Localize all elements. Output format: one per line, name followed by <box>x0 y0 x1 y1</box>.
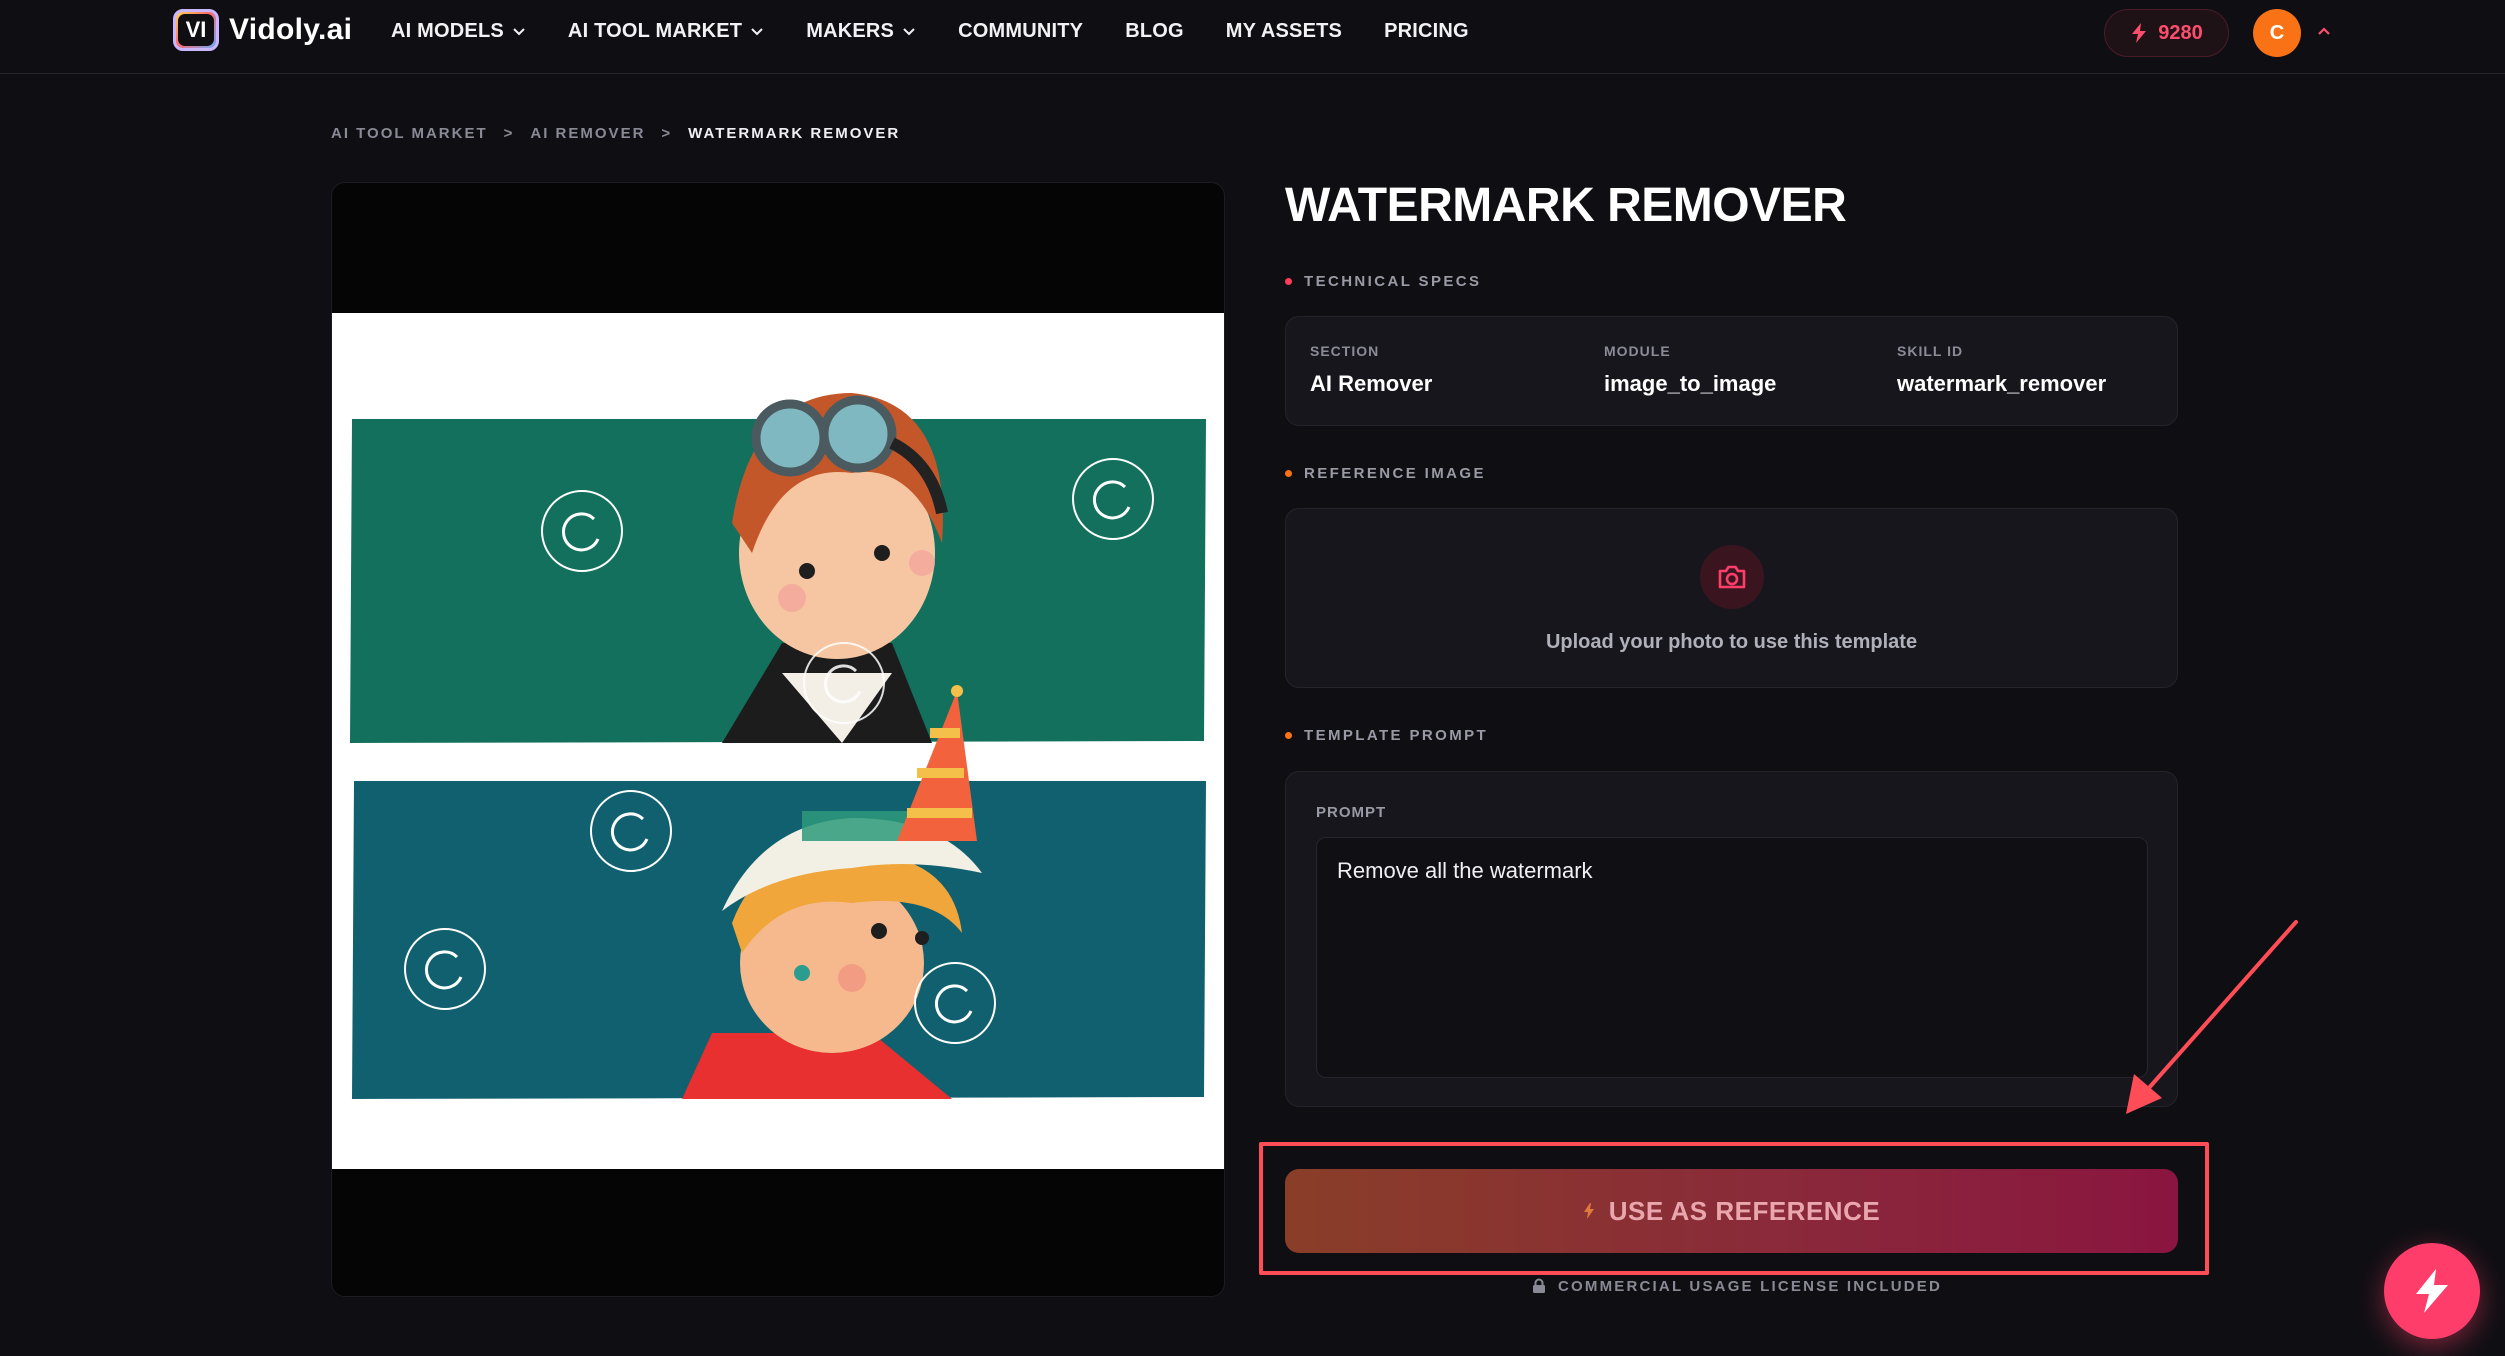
breadcrumb-item-ai-tool-market[interactable]: AI TOOL MARKET <box>331 125 488 142</box>
section-heading: TECHNICAL SPECS <box>1304 272 1482 290</box>
status-dot <box>1285 469 1292 477</box>
nav-item-label: MY ASSETS <box>1225 19 1343 42</box>
spec-value: watermark_remover <box>1897 371 2107 396</box>
nav-menu: AI MODELS AI TOOL MARKET MAKERS COMMUNIT… <box>391 0 1469 62</box>
page-title: WATERMARK REMOVER <box>1285 179 1847 232</box>
character-top <box>722 393 948 743</box>
spec-value: image_to_image <box>1604 371 1777 396</box>
prompt-label: PROMPT <box>1316 804 1387 821</box>
preview-artwork <box>332 313 1224 1169</box>
section-heading: TEMPLATE PROMPT <box>1304 726 1489 744</box>
status-dot <box>1285 731 1292 739</box>
nav-item-label: COMMUNITY <box>958 19 1084 42</box>
template-prompt-label: TEMPLATE PROMPT <box>1285 725 1488 745</box>
template-prompt-card: PROMPT Remove all the watermark <box>1285 771 2178 1107</box>
license-text: COMMERCIAL USAGE LICENSE INCLUDED <box>1558 1277 1943 1295</box>
spec-section: SECTION AI Remover <box>1310 343 1432 397</box>
nav-item-ai-tool-market[interactable]: AI TOOL MARKET <box>568 20 764 43</box>
template-preview <box>331 182 1225 1297</box>
nav-item-community[interactable]: COMMUNITY <box>958 20 1083 43</box>
breadcrumb: AI TOOL MARKET > AI REMOVER > WATERMARK … <box>331 122 900 144</box>
top-navigation: VI Vidoly.ai AI MODELS AI TOOL MARKET MA… <box>0 0 2505 74</box>
nav-item-label: MAKERS <box>806 19 895 42</box>
nav-item-label: PRICING <box>1384 19 1469 42</box>
license-note: COMMERCIAL USAGE LICENSE INCLUDED <box>1532 1276 1942 1296</box>
nav-item-makers[interactable]: MAKERS <box>806 20 916 43</box>
nav-item-blog[interactable]: BLOG <box>1125 20 1184 43</box>
button-label: USE AS REFERENCE <box>1608 1195 1881 1226</box>
breadcrumb-separator: > <box>503 124 515 142</box>
technical-specs-card: SECTION AI Remover MODULE image_to_image… <box>1285 316 2178 426</box>
upload-dropzone[interactable]: Upload your photo to use this template <box>1285 508 2178 688</box>
nav-item-pricing[interactable]: PRICING <box>1384 20 1469 43</box>
credits-count: 9280 <box>2158 21 2203 44</box>
nav-item-label: AI MODELS <box>391 19 504 42</box>
spec-label: MODULE <box>1604 343 1671 359</box>
lock-icon <box>1533 1278 1545 1293</box>
spec-label: SKILL ID <box>1897 343 1964 359</box>
breadcrumb-item-current: WATERMARK REMOVER <box>688 124 901 142</box>
chevron-down-icon <box>751 28 763 36</box>
use-as-reference-button[interactable]: USE AS REFERENCE <box>1285 1169 2178 1253</box>
chevron-up-icon[interactable] <box>2316 24 2332 40</box>
breadcrumb-separator: > <box>661 124 673 142</box>
breadcrumb-item-ai-remover[interactable]: AI REMOVER <box>530 125 645 142</box>
chevron-down-icon <box>513 28 525 36</box>
reference-image-label: REFERENCE IMAGE <box>1285 463 1486 483</box>
nav-item-label: AI TOOL MARKET <box>567 19 743 42</box>
bolt-icon <box>1583 1203 1594 1219</box>
section-heading: REFERENCE IMAGE <box>1304 464 1486 482</box>
logo-mark-text: VI <box>178 14 214 46</box>
prompt-textarea[interactable]: Remove all the watermark <box>1316 837 2148 1078</box>
bolt-icon <box>2416 1269 2448 1313</box>
nav-item-ai-models[interactable]: AI MODELS <box>391 20 526 43</box>
spec-module: MODULE image_to_image <box>1604 343 1776 397</box>
nav-item-label: BLOG <box>1125 19 1184 42</box>
brand-name: Vidoly.ai <box>229 13 353 46</box>
credits-badge[interactable]: 9280 <box>2104 9 2229 57</box>
nav-item-my-assets[interactable]: MY ASSETS <box>1226 20 1342 43</box>
spec-label: SECTION <box>1310 343 1380 359</box>
technical-specs-label: TECHNICAL SPECS <box>1285 271 1481 291</box>
logo[interactable]: VI Vidoly.ai <box>173 8 352 52</box>
spec-skill-id: SKILL ID watermark_remover <box>1897 343 2106 397</box>
upload-instruction: Upload your photo to use this template <box>1545 631 1918 653</box>
quick-action-button[interactable] <box>2384 1243 2480 1339</box>
spec-value: AI Remover <box>1310 371 1433 396</box>
logo-icon: VI <box>173 9 219 51</box>
bolt-icon <box>2132 23 2147 43</box>
camera-icon <box>1699 545 1764 609</box>
avatar[interactable]: C <box>2253 9 2301 57</box>
chevron-down-icon <box>903 28 915 36</box>
status-dot <box>1285 277 1292 285</box>
